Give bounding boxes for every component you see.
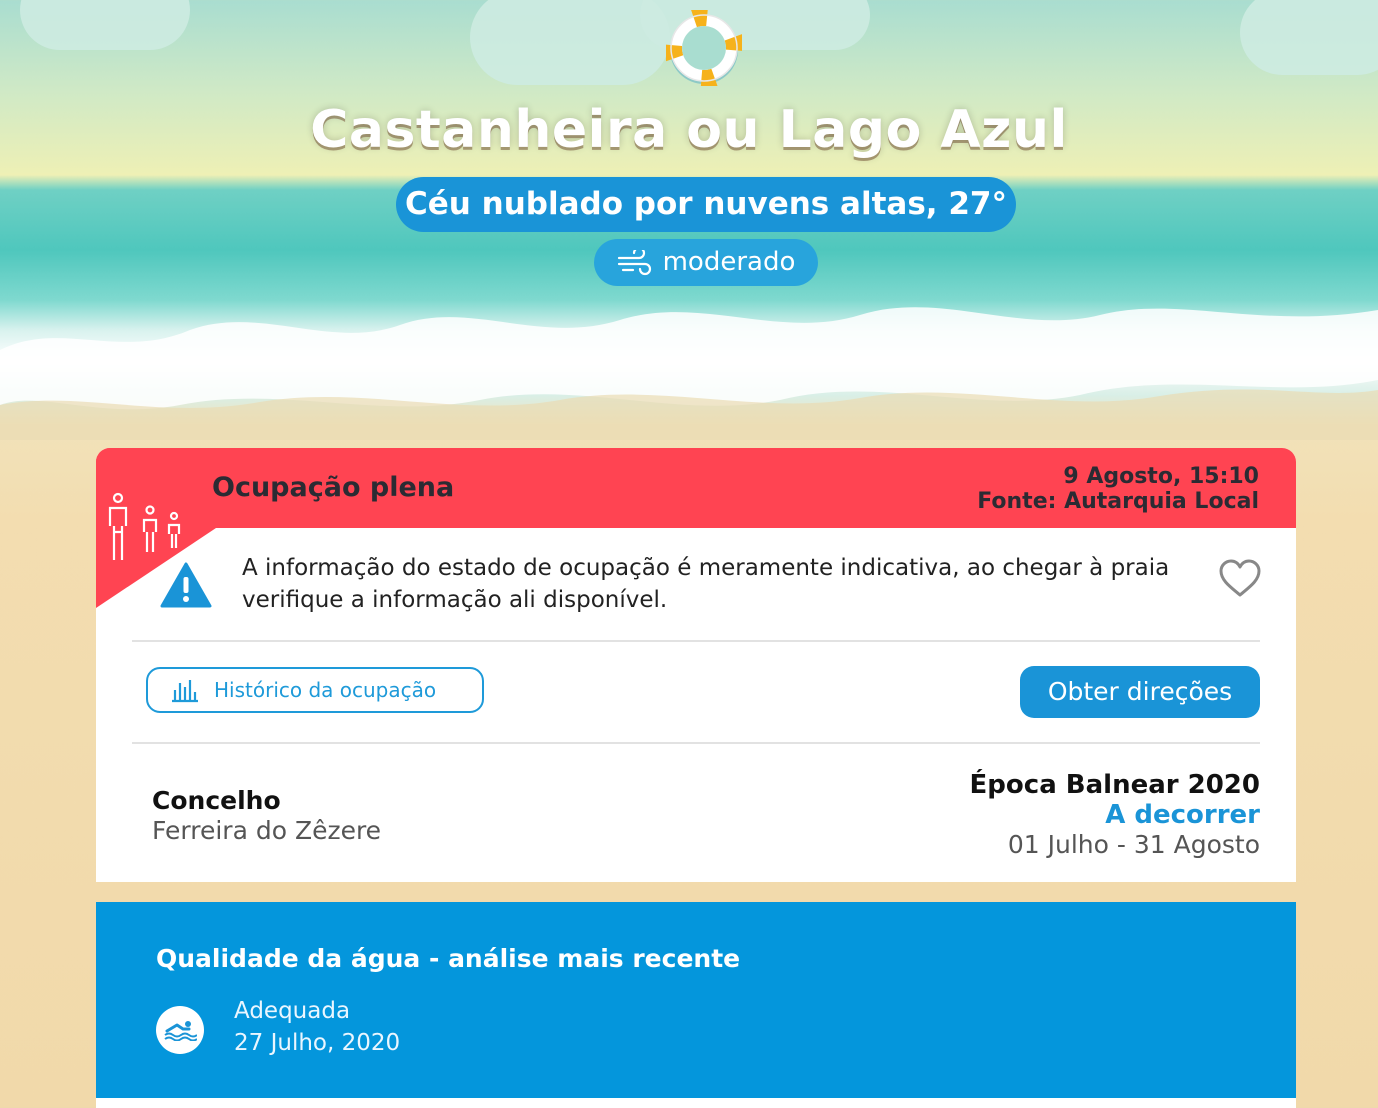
water-quality-panel: Qualidade da água - análise mais recente…: [96, 902, 1296, 1108]
occupancy-card: Ocupação plena 9 Agosto, 15:10 Fonte: Au…: [96, 448, 1296, 882]
next-card-edge: [96, 1098, 1296, 1108]
occupancy-status: Ocupação plena: [212, 472, 455, 503]
swimmer-icon: [156, 1006, 204, 1054]
water-quality-title: Qualidade da água - análise mais recente: [156, 944, 741, 973]
water-quality-status: Adequada: [234, 998, 351, 1024]
divider: [132, 742, 1260, 744]
season-title: Época Balnear 2020: [969, 770, 1260, 800]
occupancy-source: Fonte: Autarquia Local: [977, 489, 1259, 514]
beach-name: Castanheira ou Lago Azul: [310, 100, 1068, 160]
wind-badge: moderado: [594, 239, 818, 286]
lifebuoy-icon: [666, 10, 742, 86]
people-icon: [108, 492, 181, 560]
municipality-label: Concelho: [152, 786, 281, 815]
season-dates: 01 Julho - 31 Agosto: [1007, 830, 1260, 859]
heart-icon[interactable]: [1218, 558, 1262, 598]
municipality-value: Ferreira do Zêzere: [152, 816, 382, 845]
history-button-label: Histórico da ocupação: [214, 678, 437, 702]
water-quality-date: 27 Julho, 2020: [234, 1030, 401, 1056]
get-directions-button[interactable]: Obter direções: [1020, 666, 1260, 718]
cloud-right: [1240, 0, 1378, 75]
cloud-left: [20, 0, 190, 50]
weather-badge: Céu nublado por nuvens altas, 27°: [396, 177, 1016, 232]
season-status: A decorrer: [1105, 800, 1260, 830]
occupancy-date: 9 Agosto, 15:10: [1063, 464, 1259, 489]
occupancy-history-button[interactable]: Histórico da ocupação: [146, 667, 484, 713]
divider: [132, 640, 1260, 642]
surf-wave: [0, 307, 1378, 440]
warning-icon: [160, 562, 212, 608]
wind-label: moderado: [662, 247, 796, 277]
occupancy-meta: 9 Agosto, 15:10 Fonte: Autarquia Local: [977, 464, 1259, 514]
bar-chart-icon: [172, 680, 198, 703]
wind-icon: [617, 249, 651, 275]
bathing-season: Época Balnear 2020 A decorrer 01 Julho -…: [970, 770, 1260, 860]
occupancy-disclaimer: A informação do estado de ocupação é mer…: [242, 555, 1170, 613]
